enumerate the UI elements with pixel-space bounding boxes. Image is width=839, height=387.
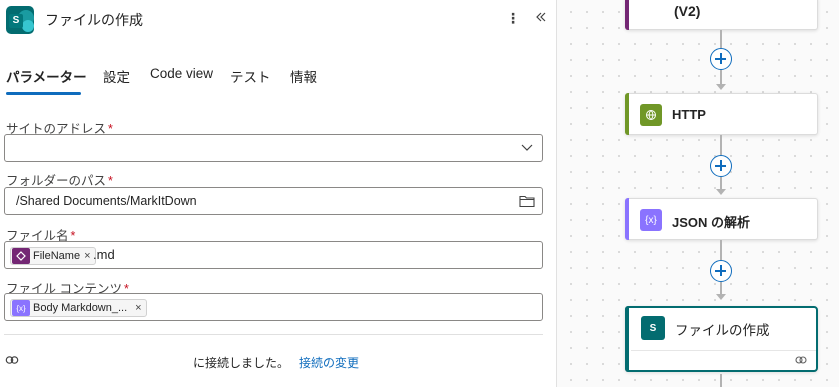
node-accent xyxy=(625,0,629,30)
insert-step-button[interactable] xyxy=(710,155,732,177)
filename-token[interactable]: FileName × xyxy=(10,247,96,265)
node-accent xyxy=(625,93,629,135)
file-extension: .md xyxy=(93,247,115,262)
http-globe-icon xyxy=(640,104,662,126)
connector-line xyxy=(720,135,722,155)
connector-line xyxy=(720,177,722,189)
panel-title[interactable]: ファイルの作成 xyxy=(45,10,143,30)
connector-line xyxy=(720,374,722,387)
tab-parameters[interactable]: パラメーター xyxy=(6,66,87,94)
tab-test[interactable]: テスト xyxy=(230,66,271,94)
connection-link-icon xyxy=(795,356,807,364)
insert-step-button[interactable] xyxy=(710,48,732,70)
tab-settings[interactable]: 設定 xyxy=(103,66,130,94)
tab-code-view[interactable]: Code view xyxy=(150,66,213,94)
connector-arrow xyxy=(716,294,726,300)
token-label: Body Markdown_... xyxy=(33,302,128,314)
connector-line xyxy=(720,70,722,84)
active-tab-indicator xyxy=(6,92,81,95)
flow-node-parse-json[interactable]: {x} JSON の解析 xyxy=(625,198,818,240)
flow-node-create-file[interactable]: S ファイルの作成 xyxy=(625,306,818,372)
flow-node-http[interactable]: HTTP xyxy=(625,93,818,135)
flow-canvas[interactable]: (V2) HTTP {x} JSON の解析 S ファイルの作成 xyxy=(557,0,839,387)
node-accent xyxy=(625,306,629,372)
node-footer-divider xyxy=(631,350,816,351)
connection-status: に接続しました。 xyxy=(193,356,290,370)
collapse-panel-icon[interactable] xyxy=(531,8,551,28)
panel-header: S ファイルの作成 ⋮ xyxy=(0,0,557,38)
flow-node-v2[interactable]: (V2) xyxy=(625,0,818,30)
file-content-input[interactable]: {x} Body Markdown_... × xyxy=(4,293,543,321)
trigger-icon xyxy=(12,248,30,264)
sharepoint-icon: S xyxy=(6,6,34,34)
tab-bar: パラメーター 設定 Code view テスト 情報 xyxy=(0,62,557,96)
insert-step-button[interactable] xyxy=(710,260,732,282)
connector-arrow xyxy=(716,189,726,195)
node-label: JSON の解析 xyxy=(672,215,751,230)
variable-icon: {x} xyxy=(12,300,30,316)
variable-icon: {x} xyxy=(640,209,662,231)
node-label: ファイルの作成 xyxy=(675,323,770,338)
body-markdown-token[interactable]: {x} Body Markdown_... × xyxy=(10,299,147,317)
connector-line xyxy=(720,30,722,48)
connector-arrow xyxy=(716,84,726,90)
remove-token-icon[interactable]: × xyxy=(84,250,90,262)
site-address-dropdown[interactable] xyxy=(4,134,543,162)
folder-icon[interactable] xyxy=(519,194,535,208)
remove-token-icon[interactable]: × xyxy=(135,302,141,314)
folder-path-input[interactable]: /Shared Documents/MarkItDown xyxy=(4,187,543,215)
connector-line xyxy=(720,282,722,294)
chevron-down-icon xyxy=(521,144,533,151)
more-options-icon[interactable]: ⋮ xyxy=(503,8,523,28)
action-details-panel: S ファイルの作成 ⋮ パラメーター 設定 Code view テスト 情報 サ… xyxy=(0,0,557,387)
node-label: HTTP xyxy=(672,107,706,122)
tab-info[interactable]: 情報 xyxy=(290,66,317,94)
token-label: FileName xyxy=(33,250,81,262)
connector-line xyxy=(720,240,722,260)
connection-link-icon xyxy=(5,356,19,364)
file-name-input[interactable]: FileName × .md xyxy=(4,241,543,269)
node-label: (V2) xyxy=(674,3,701,19)
sharepoint-icon: S xyxy=(641,316,665,340)
change-connection-link[interactable]: 接続の変更 xyxy=(299,354,359,371)
folder-path-value: /Shared Documents/MarkItDown xyxy=(16,194,197,208)
divider xyxy=(4,334,543,335)
node-accent xyxy=(625,198,629,240)
